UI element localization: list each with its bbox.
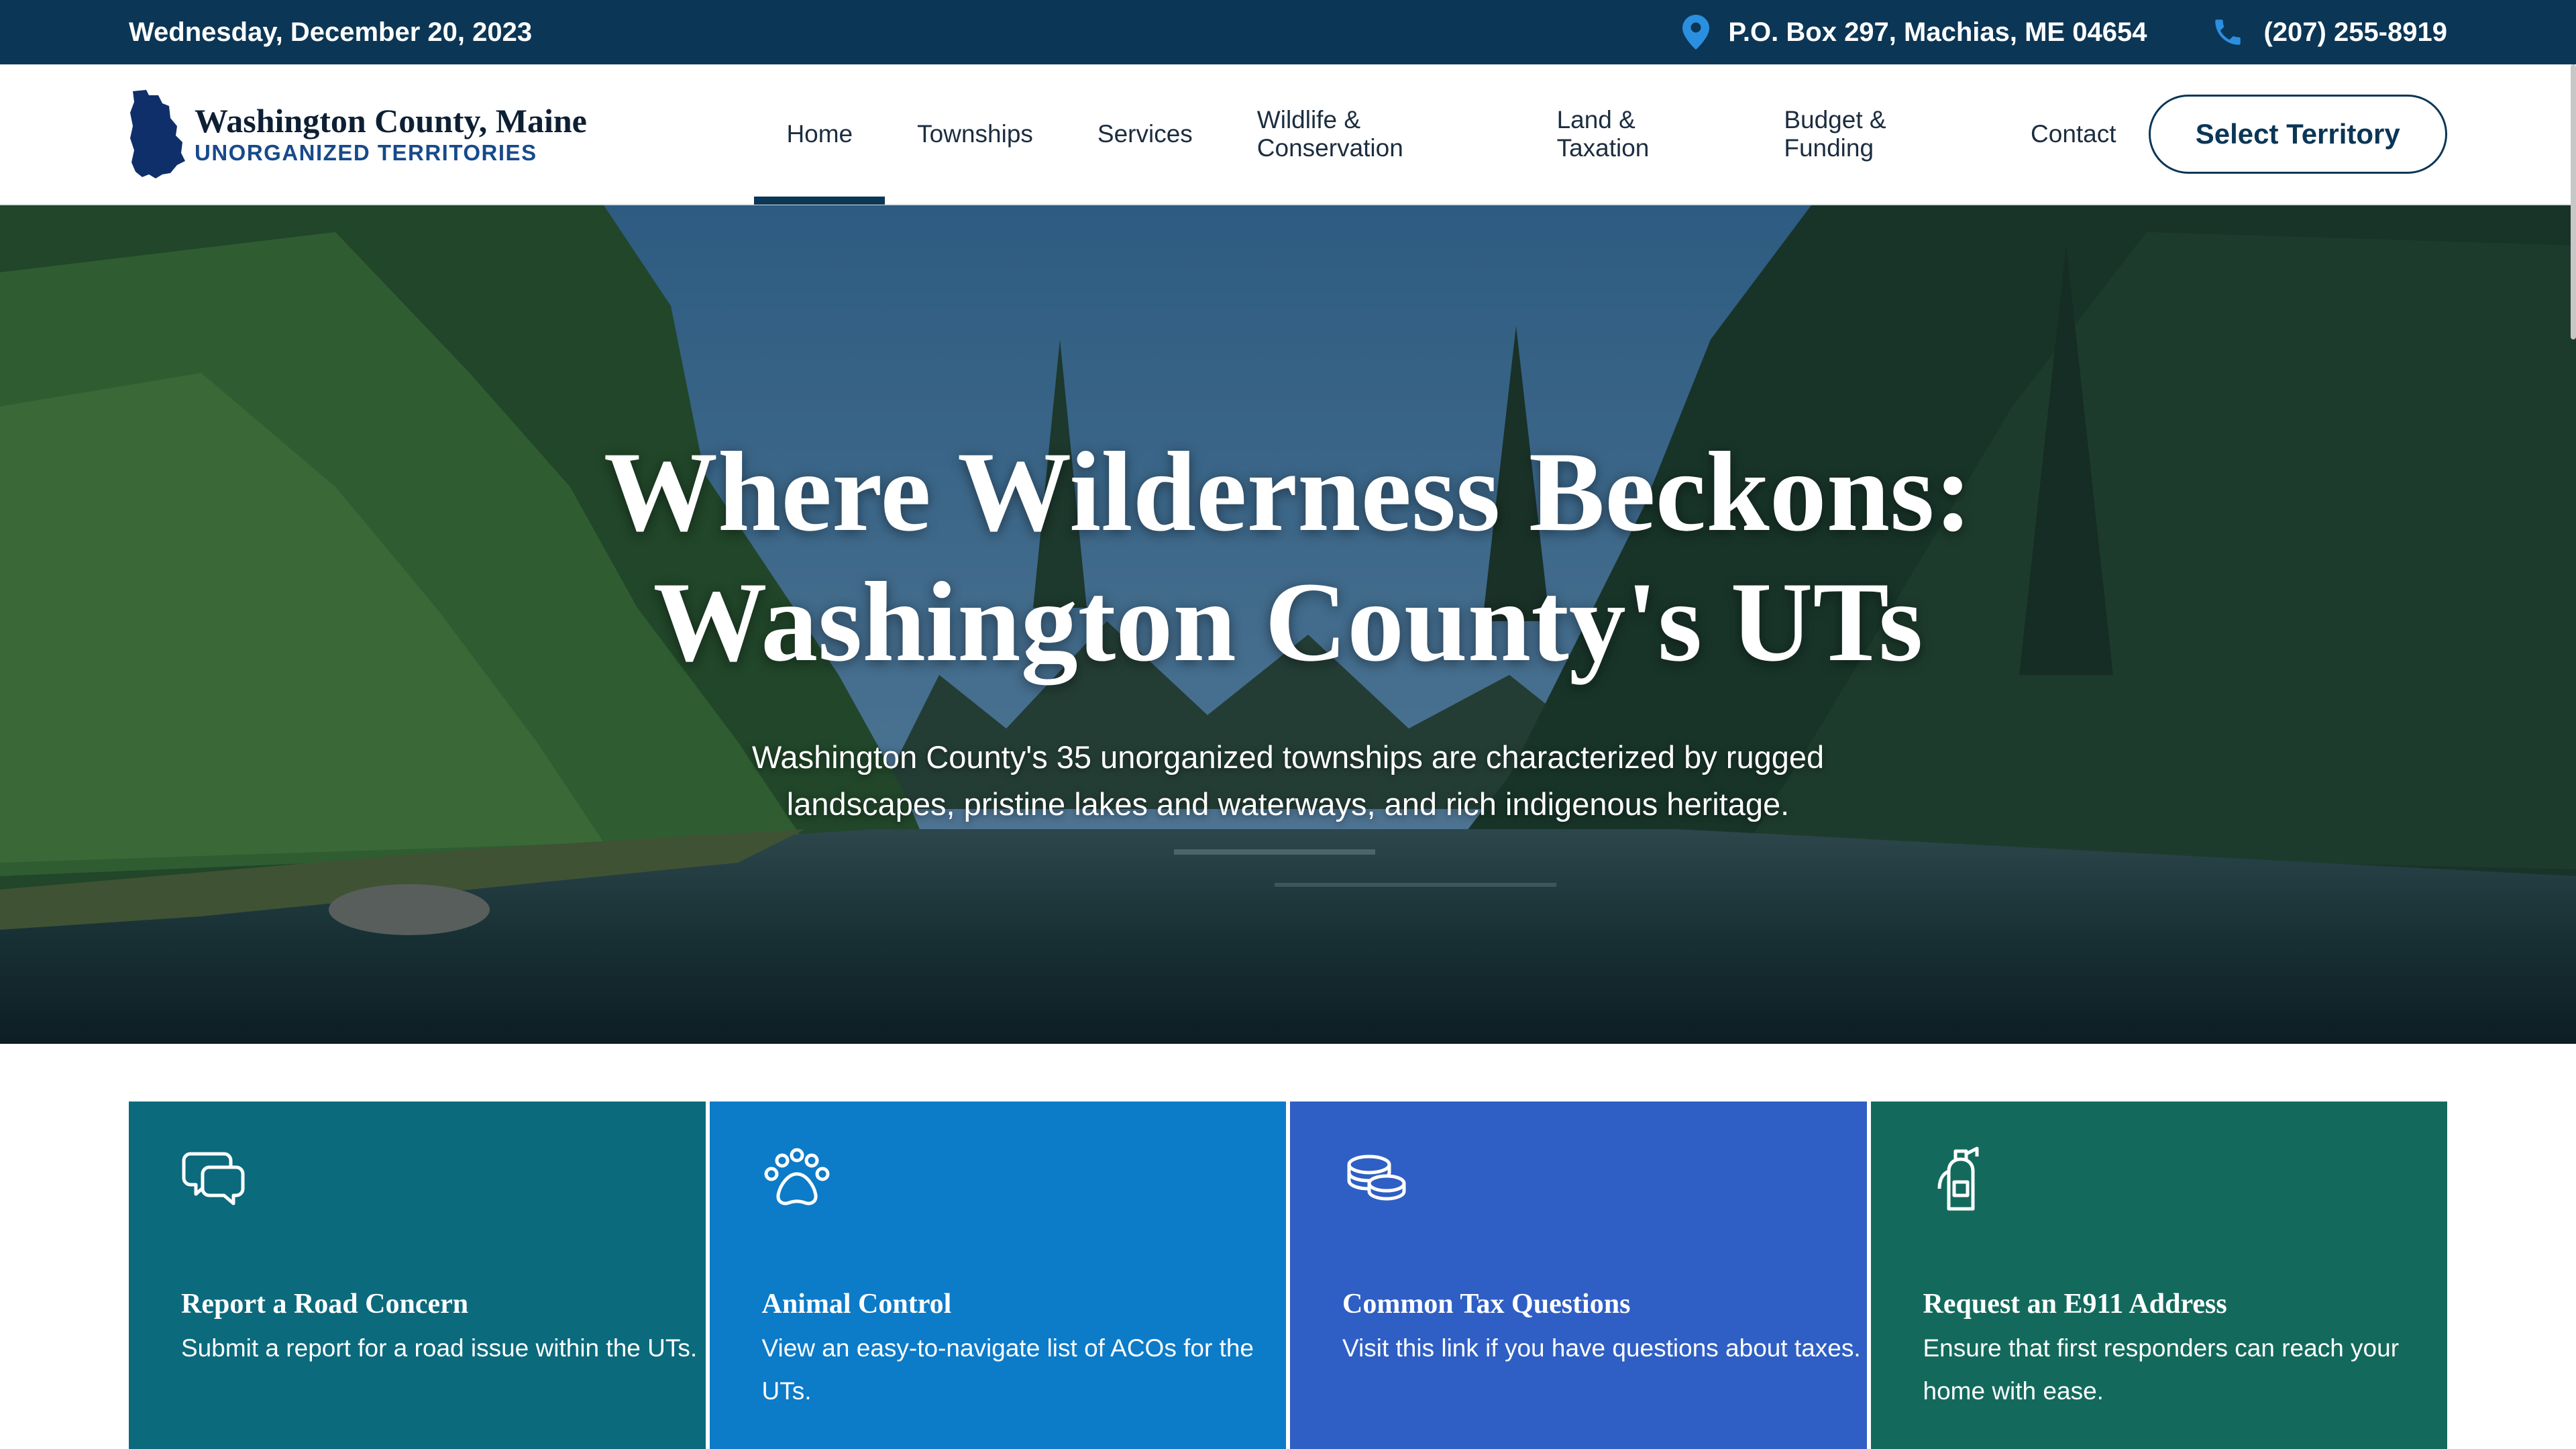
- card-title: Request an E911 Address: [1923, 1289, 2227, 1320]
- card-report-road-concern[interactable]: Report a Road Concern Submit a report fo…: [129, 1102, 706, 1449]
- nav-services[interactable]: Services: [1065, 64, 1225, 205]
- address-text: P.O. Box 297, Machias, ME 04654: [1728, 17, 2147, 47]
- card-description: Visit this link if you have questions ab…: [1342, 1334, 1861, 1362]
- card-description: Ensure that first responders can reach y…: [1923, 1334, 2400, 1405]
- select-territory-button[interactable]: Select Territory: [2148, 95, 2447, 174]
- nav-land-taxation[interactable]: Land & Taxation: [1525, 64, 1752, 205]
- logo-name: Washington County, Maine: [195, 102, 587, 140]
- hero-section: Where Wilderness Beckons: Washington Cou…: [0, 205, 2576, 1044]
- card-animal-control[interactable]: Animal Control View an easy-to-navigate …: [709, 1102, 1286, 1449]
- card-title: Animal Control: [761, 1289, 952, 1320]
- hero-content: Where Wilderness Beckons: Washington Cou…: [0, 427, 2576, 828]
- card-title: Common Tax Questions: [1342, 1289, 1631, 1320]
- top-info-bar: Wednesday, December 20, 2023 P.O. Box 29…: [0, 0, 2576, 64]
- card-common-tax-questions[interactable]: Common Tax Questions Visit this link if …: [1290, 1102, 1867, 1449]
- contact-info: P.O. Box 297, Machias, ME 04654 (207) 25…: [1682, 15, 2447, 50]
- current-date: Wednesday, December 20, 2023: [129, 17, 533, 47]
- address-info[interactable]: P.O. Box 297, Machias, ME 04654: [1682, 15, 2147, 50]
- nav-wildlife-conservation[interactable]: Wildlife & Conservation: [1225, 64, 1525, 205]
- speech-bubbles-icon: [182, 1152, 245, 1205]
- coins-icon: [1347, 1155, 1406, 1201]
- location-pin-icon: [1682, 15, 1710, 50]
- hero-title-line-2: Washington County's UTs: [653, 559, 1923, 685]
- quick-links: Report a Road Concern Submit a report fo…: [129, 1102, 2447, 1449]
- card-description: Submit a report for a road issue within …: [181, 1334, 698, 1362]
- main-nav: Home Townships Services Wildlife & Conse…: [754, 64, 2148, 205]
- phone-text: (207) 255-8919: [2263, 17, 2447, 47]
- hero-title-line-1: Where Wilderness Beckons:: [603, 429, 1973, 555]
- site-header: Washington County, Maine UNORGANIZED TER…: [0, 64, 2576, 205]
- nav-contact[interactable]: Contact: [1998, 64, 2149, 205]
- site-logo[interactable]: Washington County, Maine UNORGANIZED TER…: [129, 89, 620, 180]
- logo-subtitle: UNORGANIZED TERRITORIES: [195, 140, 537, 165]
- phone-info[interactable]: (207) 255-8919: [2211, 15, 2447, 49]
- hero-subtitle: Washington County's 35 unorganized towns…: [751, 739, 1825, 822]
- card-description: View an easy-to-navigate list of ACOs fo…: [761, 1334, 1254, 1405]
- nav-home[interactable]: Home: [754, 64, 885, 205]
- maine-county-map-icon: [130, 90, 185, 178]
- paw-icon: [764, 1148, 829, 1205]
- card-title: Report a Road Concern: [181, 1289, 469, 1320]
- nav-budget-funding[interactable]: Budget & Funding: [1752, 64, 1998, 205]
- page-scrollbar[interactable]: [2571, 64, 2576, 339]
- phone-icon: [2215, 19, 2241, 45]
- fire-extinguisher-icon: [1937, 1146, 1978, 1211]
- hero-title: Where Wilderness Beckons: Washington Cou…: [0, 427, 2576, 687]
- card-request-e911-address[interactable]: Request an E911 Address Ensure that firs…: [1870, 1102, 2447, 1449]
- nav-townships[interactable]: Townships: [885, 64, 1065, 205]
